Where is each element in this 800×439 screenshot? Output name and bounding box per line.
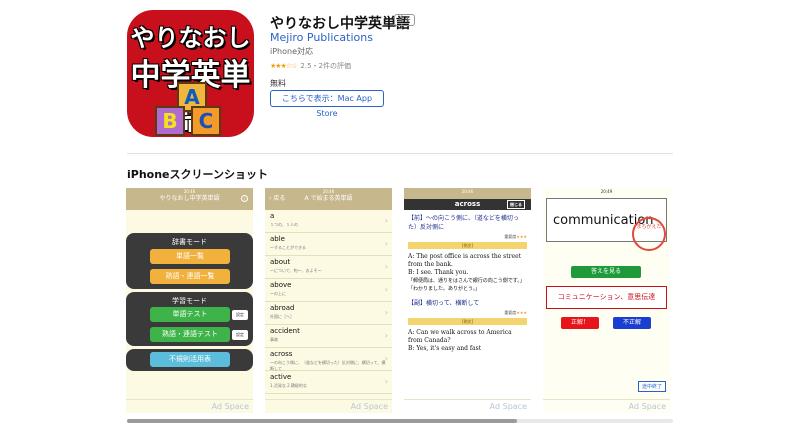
nav-title: やりなおし中学英単語 <box>159 195 220 202</box>
correct-button[interactable]: 正解！ <box>561 317 599 329</box>
block-c-icon: C <box>191 106 221 136</box>
ad-space: Ad Space <box>265 399 392 413</box>
star-rating-icon: ★★★☆☆ <box>270 62 297 70</box>
star-icon: ★★★ <box>516 234 527 239</box>
idiom-list-button[interactable]: 熟語・連語一覧 <box>150 269 230 284</box>
screenshot-2[interactable]: 20:46 ‹ 戻る A で始まる英単語 a １つの、１人の › able ～することがで… <box>265 188 392 413</box>
status-bar: 20:46 <box>183 189 196 194</box>
detail-header: across 閉じる <box>404 199 531 210</box>
chevron-right-icon: › <box>384 216 388 225</box>
chevron-right-icon: › <box>384 377 388 386</box>
mistake-stamp: まちがえた <box>632 217 666 251</box>
status-header: 20:46 <box>404 188 531 199</box>
quit-button[interactable]: 途中終了 <box>637 381 666 392</box>
chevron-right-icon: › <box>384 308 388 317</box>
nav-header: 20:46 やりなおし中学英単語 i <box>126 188 253 210</box>
list-item[interactable]: across ～の向こう側に、（道などを横切った）反対側に、横切って、横断して › <box>265 348 392 371</box>
example-2: A: Can we walk across to America from Ca… <box>408 329 512 352</box>
list-item[interactable]: able ～することができる › <box>265 233 392 256</box>
study-mode-panel: 学習モード 単語テスト 設定 熟語・連語テスト 設定 <box>126 292 253 346</box>
back-button[interactable]: ‹ 戻る <box>269 188 285 210</box>
definition-1: 【前】～の向こう側に、（道などを横切った）反対側に <box>408 215 519 231</box>
ad-space: Ad Space <box>543 399 670 413</box>
close-button[interactable]: 閉じる <box>507 200 525 209</box>
answer-text: コミュニケーション、意思伝達 <box>557 293 656 301</box>
word-list: a １つの、１人の › able ～することができる › about ～について、約～、お… <box>265 210 392 394</box>
rating: ★★★☆☆ 2.5・2件の評価 <box>270 61 351 71</box>
dict-mode-panel: 辞書モード 単語一覧 熟語・連語一覧 <box>126 233 253 289</box>
example-1: A: The post office is across the street … <box>408 253 525 292</box>
nav-header: 20:46 ‹ 戻る A で始まる英単語 <box>265 188 392 210</box>
idiom-test-button[interactable]: 熟語・連語テスト <box>150 327 230 342</box>
word-test-button[interactable]: 単語テスト <box>150 307 230 322</box>
idiom-test-settings-button[interactable]: 設定 <box>232 330 248 340</box>
screenshot-3[interactable]: 20:46 across 閉じる 【前】～の向こう側に、（道などを横切った）反対側… <box>404 188 531 413</box>
importance: 重要度★★★ <box>504 310 527 315</box>
divider <box>127 153 673 154</box>
app-icon: やりなおし 中学英単語 A B C <box>127 10 254 137</box>
list-item[interactable]: accident 事故 › <box>265 325 392 348</box>
status-bar: 20:49 <box>600 189 613 194</box>
show-answer-button[interactable]: 答えを見る <box>571 266 641 278</box>
screenshots-heading: iPhoneスクリーンショット <box>127 168 268 181</box>
ad-space: Ad Space <box>404 399 531 413</box>
compat-text: iPhone対応 <box>270 47 314 56</box>
chevron-right-icon: › <box>384 285 388 294</box>
example-label: [例文] <box>408 318 527 325</box>
importance: 重要度★★★ <box>504 234 527 239</box>
wrong-button[interactable]: 不正解 <box>613 317 651 329</box>
screenshot-1[interactable]: 20:46 やりなおし中学英単語 i 辞書モード 単語一覧 熟語・連語一覧 学習モー… <box>126 188 253 413</box>
info-icon: i <box>241 195 248 202</box>
rating-text: 2.5・2件の評価 <box>300 62 351 70</box>
list-item[interactable]: abroad 外国に［へ］ › <box>265 302 392 325</box>
irregular-panel: 不規則活用表 <box>126 349 253 371</box>
age-badge: 4+ <box>394 14 416 26</box>
app-icon-text-1: やりなおし <box>130 24 251 52</box>
word-list-button[interactable]: 単語一覧 <box>150 249 230 264</box>
detail-word: across <box>454 200 481 208</box>
chevron-right-icon: › <box>384 262 388 271</box>
irregular-table-button[interactable]: 不規則活用表 <box>150 352 230 367</box>
list-item[interactable]: above ～の上に › <box>265 279 392 302</box>
example-label: [例文] <box>408 242 527 249</box>
block-b-icon: B <box>155 106 185 136</box>
chevron-right-icon: › <box>384 239 388 248</box>
scrollbar-thumb[interactable] <box>127 419 517 423</box>
star-icon: ★★★ <box>516 310 527 315</box>
chevron-right-icon: › <box>384 354 388 363</box>
definition-2: 【副】横切って、横断して <box>408 300 480 307</box>
answer-card: コミュニケーション、意思伝達 <box>546 286 667 309</box>
list-item[interactable]: active 1.活発な 2.積極的な › <box>265 371 392 394</box>
app-title: やりなおし中学英単語 <box>270 16 410 32</box>
nav-title: A で始まる英単語 <box>304 195 353 202</box>
screenshot-4[interactable]: 20:49 communication まちがえた 答えを見る コミュニケーショ… <box>543 188 670 413</box>
mac-app-store-button[interactable]: こちらで表示：Mac App Store <box>270 90 384 118</box>
horizontal-scrollbar[interactable] <box>127 419 673 423</box>
developer-link[interactable]: Mejiro Publications <box>270 31 373 44</box>
list-item[interactable]: a １つの、１人の › <box>265 210 392 233</box>
ad-space: Ad Space <box>126 399 253 413</box>
app-store-page: やりなおし 中学英単語 A B C やりなおし中学英単語 4+ Mejiro P… <box>0 0 800 439</box>
question-card: communication まちがえた <box>546 198 667 251</box>
price: 無料 <box>270 79 286 88</box>
chevron-right-icon: › <box>384 331 388 340</box>
study-mode-title: 学習モード <box>172 297 207 305</box>
list-item[interactable]: about ～について、約～、およそ～ › <box>265 256 392 279</box>
status-bar: 20:46 <box>461 189 474 194</box>
dict-mode-title: 辞書モード <box>172 238 207 246</box>
word-test-settings-button[interactable]: 設定 <box>232 310 248 320</box>
